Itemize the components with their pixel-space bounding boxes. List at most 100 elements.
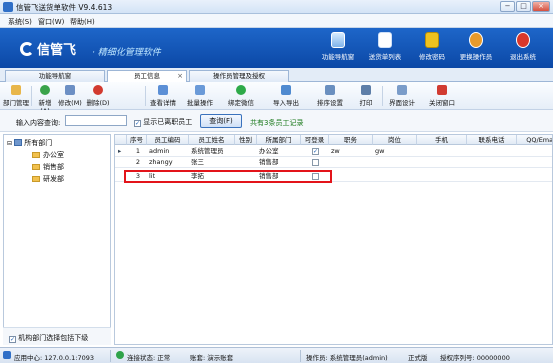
cell-name: 张三 xyxy=(191,158,204,166)
tree-item-rnd[interactable]: 研发部 xyxy=(32,174,64,184)
employee-table: 序号 员工编码 员工姓名 性别 所属部门 可登录 职务 岗位 手机 联系电话 Q… xyxy=(114,134,553,345)
column-header[interactable]: 岗位 xyxy=(373,135,417,145)
close-button[interactable]: × xyxy=(532,1,550,12)
tab-label: 操作员管理及授权 xyxy=(213,72,265,80)
delete-button[interactable]: 删除(D) xyxy=(84,84,112,108)
toolbar-label: 界面设计 xyxy=(389,99,415,107)
bind-wechat-button[interactable]: 绑定微信 xyxy=(225,84,257,108)
query-button-label: 查询(F) xyxy=(209,117,233,125)
column-header[interactable]: 职务 xyxy=(329,135,373,145)
app-center-icon xyxy=(3,351,11,359)
column-header[interactable]: 性别 xyxy=(235,135,257,145)
cell-name: 系统管理员 xyxy=(191,147,224,155)
tree-item-office[interactable]: 办公室 xyxy=(32,150,64,160)
include-subdepts-checkbox[interactable]: ✓ xyxy=(9,336,16,343)
close-window-button[interactable]: 关闭窗口 xyxy=(426,84,458,108)
status-edition: 正式版 xyxy=(408,354,428,362)
tab-operator-management[interactable]: 操作员管理及授权 xyxy=(189,70,289,82)
status-operator: 操作员: 系统管理员(admin) xyxy=(306,354,388,362)
current-row-indicator: ▸ xyxy=(118,147,122,155)
tab-label: 功能导航窗 xyxy=(38,72,72,80)
tree-item-label: 销售部 xyxy=(43,163,64,171)
toolbar-label: 排序设置 xyxy=(317,99,343,107)
menu-window[interactable]: 窗口(W) xyxy=(38,17,64,27)
exit-system-button[interactable]: 退出系统 xyxy=(495,32,551,66)
include-subdepts-label: 机构部门选择包括下级 xyxy=(18,334,89,342)
window-title: 信管飞送货单软件 V9.4.613 xyxy=(16,3,113,12)
toolbar-divider xyxy=(382,86,383,106)
print-button[interactable]: 打印 xyxy=(355,84,377,108)
query-button[interactable]: 查询(F) xyxy=(200,114,242,128)
add-button[interactable]: 新增(A) xyxy=(34,84,56,115)
add-icon xyxy=(40,85,50,95)
tree-root-label: 所有部门 xyxy=(24,139,53,147)
brand-name: 信管飞 xyxy=(37,43,77,58)
brand-slogan: · 精细化管理软件 xyxy=(92,48,161,58)
column-header[interactable]: 所属部门 xyxy=(257,135,301,145)
brand-logo: 信管飞 xyxy=(20,39,76,58)
sort-settings-button[interactable]: 排序设置 xyxy=(315,84,345,108)
column-header[interactable]: 员工姓名 xyxy=(189,135,235,145)
show-resigned-checkbox[interactable]: ✓ xyxy=(134,120,141,127)
batch-operation-button[interactable]: 批量操作 xyxy=(185,84,215,108)
toolbar-label: 查看详情 xyxy=(150,99,176,107)
sort-icon xyxy=(325,85,335,95)
toolbar-label: 绑定微信 xyxy=(228,99,254,107)
folder-icon xyxy=(32,152,40,158)
folder-icon xyxy=(11,85,21,95)
app-header: 信管飞 · 精细化管理软件 功能导航窗 送货单列表 修改密码 更换操作员 退出系… xyxy=(0,28,553,68)
tab-nav-window[interactable]: 功能导航窗 xyxy=(5,70,105,82)
menu-system[interactable]: 系统(S) xyxy=(8,17,32,27)
row-highlight-annotation xyxy=(124,170,332,183)
search-bar: 输入内容查询: ✓ 显示已离职员工 查询(F) 共有3条员工记录 xyxy=(0,110,553,132)
connection-ok-icon xyxy=(116,351,124,359)
edit-button[interactable]: 修改(M) xyxy=(58,84,82,108)
app-logo-icon xyxy=(3,2,13,12)
toolbar-label: 修改(M) xyxy=(58,99,82,107)
dept-manage-button[interactable]: 部门管理 xyxy=(3,84,29,108)
tree-item-sales[interactable]: 销售部 xyxy=(32,162,64,172)
table-row[interactable]: 2 zhangy 张三 销售部 xyxy=(115,157,552,168)
include-subdepts-option[interactable]: ✓ 机构部门选择包括下级 xyxy=(9,333,88,343)
status-connection: 连接状态: 正常 xyxy=(127,354,171,362)
department-tree: ⊟ 所有部门 办公室 销售部 研发部 xyxy=(3,134,111,345)
import-export-icon xyxy=(281,85,291,95)
toolbar-label: 删除(D) xyxy=(86,99,110,107)
cell-code: admin xyxy=(149,147,170,155)
column-header[interactable]: 可登录 xyxy=(301,135,329,145)
batch-icon xyxy=(195,85,205,95)
import-export-button[interactable]: 导入导出 xyxy=(270,84,302,108)
tree-root-all-departments[interactable]: ⊟ 所有部门 xyxy=(7,138,52,148)
details-icon xyxy=(158,85,168,95)
column-header[interactable]: 手机 xyxy=(417,135,467,145)
toolbar-label: 打印 xyxy=(359,99,373,107)
can-login-checkbox[interactable] xyxy=(312,159,319,166)
tree-expand-icon[interactable]: ⊟ xyxy=(7,140,12,147)
exit-icon xyxy=(516,32,530,48)
record-count: 共有3条员工记录 xyxy=(250,119,304,127)
cell-title: zw xyxy=(331,147,340,155)
view-details-button[interactable]: 查看详情 xyxy=(148,84,178,108)
status-app-center: 应用中心: 127.0.0.1:7093 xyxy=(14,354,94,362)
show-resigned-option[interactable]: ✓ 显示已离职员工 xyxy=(134,117,192,127)
column-header[interactable]: 员工编码 xyxy=(147,135,189,145)
ui-design-button[interactable]: 界面设计 xyxy=(386,84,418,108)
tab-close-icon[interactable]: × xyxy=(177,71,183,82)
tab-strip: 功能导航窗 员工信息 × 操作员管理及授权 xyxy=(0,68,553,83)
menu-help[interactable]: 帮助(H) xyxy=(70,17,95,27)
exit-system-label: 退出系统 xyxy=(510,53,536,61)
cell-gender xyxy=(235,146,257,157)
cell-department: 销售部 xyxy=(259,158,279,166)
brand-mark-icon xyxy=(20,42,34,56)
lock-icon xyxy=(425,32,439,48)
maximize-button[interactable]: □ xyxy=(516,1,531,12)
show-resigned-label: 显示已离职员工 xyxy=(143,118,193,126)
minimize-button[interactable]: − xyxy=(500,1,515,12)
column-header[interactable]: QQ/Email xyxy=(517,135,552,145)
search-input[interactable] xyxy=(65,115,127,126)
column-header[interactable]: 联系电话 xyxy=(467,135,517,145)
tree-item-label: 办公室 xyxy=(43,151,64,159)
can-login-checkbox[interactable]: ✓ xyxy=(312,148,319,155)
column-header[interactable]: 序号 xyxy=(127,135,147,145)
table-row[interactable]: ▸ 1 admin 系统管理员 办公室 ✓ zw gw xyxy=(115,146,552,157)
